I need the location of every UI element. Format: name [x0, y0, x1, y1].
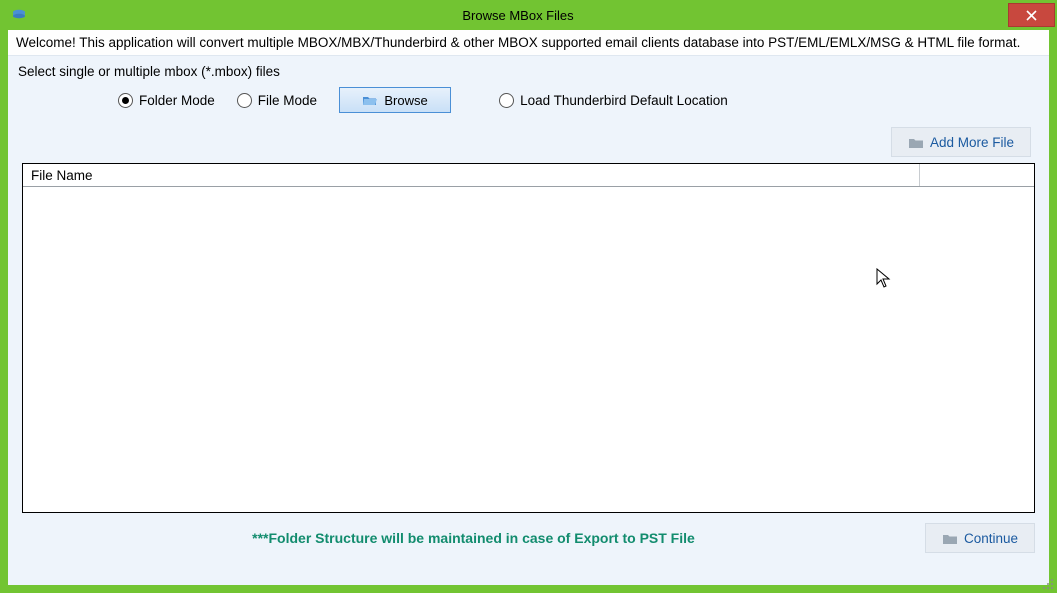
footer-note: ***Folder Structure will be maintained i… — [22, 530, 925, 546]
app-icon — [10, 6, 28, 24]
add-more-row: Add More File — [8, 115, 1049, 163]
folder-icon — [942, 532, 958, 544]
radio-icon — [499, 93, 514, 108]
dialog-window: Browse MBox Files Welcome! This applicat… — [0, 0, 1057, 593]
browse-label: Browse — [384, 93, 427, 108]
radio-thunderbird[interactable]: Load Thunderbird Default Location — [499, 93, 728, 108]
close-button[interactable] — [1008, 3, 1055, 27]
radio-folder-label: Folder Mode — [139, 93, 215, 108]
browse-button[interactable]: Browse — [339, 87, 451, 113]
column-file-name[interactable]: File Name — [23, 164, 920, 186]
window-title: Browse MBox Files — [28, 8, 1008, 23]
footer-row: ***Folder Structure will be maintained i… — [22, 523, 1035, 553]
mode-row: Folder Mode File Mode Browse — [18, 85, 1039, 115]
content-area: Welcome! This application will convert m… — [8, 30, 1049, 585]
radio-folder-mode[interactable]: Folder Mode — [118, 93, 215, 108]
close-icon — [1026, 10, 1037, 21]
folder-open-icon — [362, 94, 378, 106]
title-bar: Browse MBox Files — [0, 0, 1057, 30]
radio-icon — [118, 93, 133, 108]
welcome-text: Welcome! This application will convert m… — [8, 30, 1049, 56]
table-header: File Name — [23, 164, 1034, 187]
radio-file-mode[interactable]: File Mode — [237, 93, 317, 108]
resize-grip-icon[interactable] — [1041, 577, 1055, 591]
continue-label: Continue — [964, 531, 1018, 546]
file-table[interactable]: File Name — [22, 163, 1035, 513]
add-more-file-button[interactable]: Add More File — [891, 127, 1031, 157]
select-section: Select single or multiple mbox (*.mbox) … — [8, 56, 1049, 115]
select-label: Select single or multiple mbox (*.mbox) … — [18, 64, 1039, 79]
radio-thunderbird-label: Load Thunderbird Default Location — [520, 93, 728, 108]
add-more-label: Add More File — [930, 135, 1014, 150]
continue-button[interactable]: Continue — [925, 523, 1035, 553]
folder-icon — [908, 136, 924, 148]
radio-icon — [237, 93, 252, 108]
radio-file-label: File Mode — [258, 93, 317, 108]
